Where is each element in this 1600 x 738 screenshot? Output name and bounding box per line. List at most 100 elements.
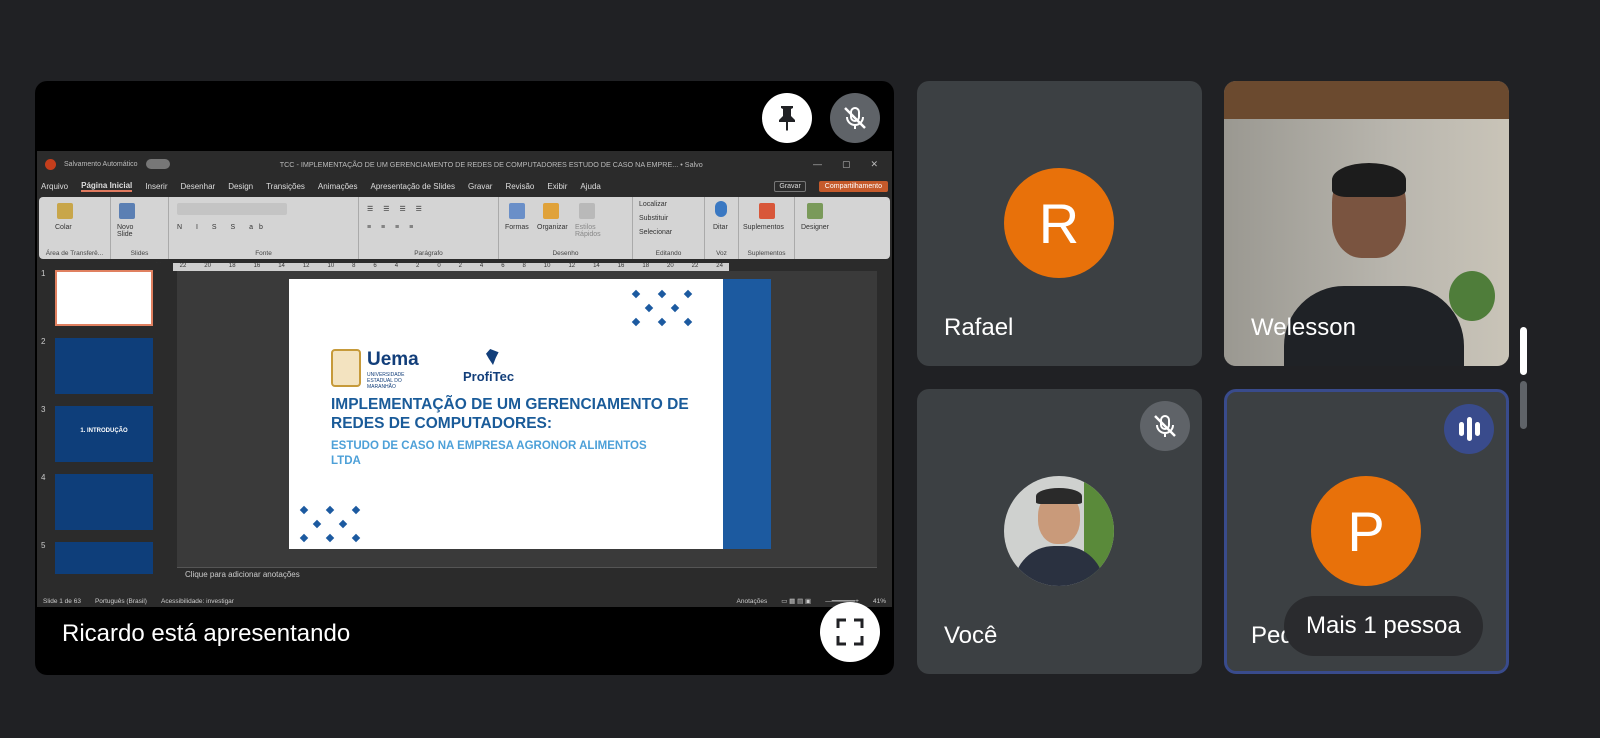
record-button[interactable]: Gravar	[774, 180, 806, 192]
thumbnail-row[interactable]: 5	[37, 541, 167, 599]
scrollbar-track[interactable]	[1520, 381, 1527, 429]
font-group-name: Fonte	[255, 250, 272, 257]
font-format-buttons[interactable]: N I S S ab	[177, 224, 269, 231]
avatar: R	[1004, 168, 1114, 278]
current-slide[interactable]: Uema UNIVERSIDADE ESTADUAL DO MARANHÃO P…	[289, 279, 771, 549]
dictate-label: Ditar	[713, 224, 728, 231]
window-controls[interactable]: — ▢ ✕	[813, 159, 878, 170]
mic-off-icon	[830, 93, 880, 143]
menu-apresentacao[interactable]: Apresentação de Slides	[371, 182, 456, 191]
participant-tile-welesson[interactable]: Welesson	[1224, 81, 1509, 366]
more-people-button[interactable]: Mais 1 pessoa	[1284, 596, 1483, 656]
participant-tile-voce[interactable]: Você	[917, 389, 1202, 674]
ribbon: Colar Área de Transferê... Novo Slide Sl…	[39, 197, 890, 259]
thumbnail-row[interactable]: 1	[37, 269, 167, 327]
menu-transicoes[interactable]: Transições	[266, 182, 305, 191]
ruler-tick: 2	[458, 263, 462, 269]
menu-gravar[interactable]: Gravar	[468, 182, 492, 191]
thumbnail-slide-5[interactable]	[55, 542, 153, 574]
accessibility-indicator[interactable]: Acessibilidade: investigar	[161, 598, 234, 605]
ribbon-group-voice: Ditar Voz	[705, 197, 739, 259]
slide-title: IMPLEMENTAÇÃO DE UM GERENCIAMENTO DE RED…	[331, 396, 689, 432]
participant-tile-pedro[interactable]: P Pedro Mais 1 pessoa	[1224, 389, 1509, 674]
editing-group-name: Editando	[655, 250, 682, 257]
slide-thumbnails: 1 2 3 1. INTRODUÇÃO 4 5	[37, 263, 173, 579]
thumbnail-number: 3	[41, 405, 46, 414]
scrollbar-thumb[interactable]	[1520, 327, 1527, 375]
menu-design[interactable]: Design	[228, 182, 253, 191]
thumbnail-row[interactable]: 4	[37, 473, 167, 531]
ruler-tick: 22	[179, 263, 187, 269]
document-title: TCC - IMPLEMENTAÇÃO DE UM GERENCIAMENTO …	[279, 159, 703, 169]
dictate-icon[interactable]	[715, 201, 727, 217]
thumbnail-label: 1. INTRODUÇÃO	[80, 428, 128, 434]
replace-button[interactable]: Substituir	[639, 215, 668, 222]
share-button[interactable]: Compartilhamento	[818, 180, 888, 192]
thumbnail-number: 4	[41, 473, 46, 482]
quick-styles-icon[interactable]	[579, 203, 595, 219]
fullscreen-icon[interactable]	[820, 602, 880, 662]
avatar: P	[1311, 476, 1421, 586]
menu-pagina-inicial[interactable]: Página Inicial	[81, 181, 133, 192]
thumbnail-slide-2[interactable]	[55, 338, 153, 394]
thumbnail-row[interactable]: 3 1. INTRODUÇÃO	[37, 405, 167, 463]
participant-name: Rafael	[944, 314, 1014, 341]
ribbon-group-editing: Localizar Substituir Selecionar Editando	[633, 197, 705, 259]
ruler-tick: 22	[691, 263, 699, 269]
ruler-tick: 12	[568, 263, 576, 269]
speaking-indicator-icon	[1444, 404, 1494, 454]
thumbnail-slide-4[interactable]	[55, 474, 153, 530]
font-name-select[interactable]	[177, 203, 287, 215]
thumbnail-number: 5	[41, 541, 46, 550]
profitec-logo-icon	[486, 349, 499, 365]
notes-toggle[interactable]: Anotações	[737, 598, 768, 605]
paste-icon[interactable]	[57, 203, 73, 219]
align-buttons[interactable]: ≡ ≡ ≡ ≡	[367, 224, 417, 231]
thumbnail-slide-1[interactable]	[55, 270, 153, 326]
designer-icon[interactable]	[807, 203, 823, 219]
voice-group-name: Voz	[716, 250, 727, 257]
thumbnail-row[interactable]: 2	[37, 337, 167, 395]
ribbon-group-paragraph: ☰ ☰ ☰ ☰ ≡ ≡ ≡ ≡ Parágrafo	[359, 197, 499, 259]
zoom-level[interactable]: 41%	[873, 598, 886, 605]
avatar-photo	[1004, 476, 1114, 586]
menu-desenhar[interactable]: Desenhar	[181, 182, 216, 191]
list-buttons[interactable]: ☰ ☰ ☰ ☰	[367, 205, 426, 213]
pin-icon[interactable]	[762, 93, 812, 143]
autosave-toggle[interactable]	[145, 159, 170, 169]
select-button[interactable]: Selecionar	[639, 229, 672, 236]
presentation-tile[interactable]: Salvamento Automático TCC - IMPLEMENTAÇÃ…	[35, 81, 894, 675]
arrange-icon[interactable]	[543, 203, 559, 219]
new-slide-icon[interactable]	[119, 203, 135, 219]
participant-tile-rafael[interactable]: R Rafael	[917, 81, 1202, 366]
ruler-tick: 20	[667, 263, 674, 269]
thumbnail-slide-3[interactable]: 1. INTRODUÇÃO	[55, 406, 153, 462]
find-button[interactable]: Localizar	[639, 201, 667, 208]
ruler-tick: 18	[642, 263, 650, 269]
menu-ajuda[interactable]: Ajuda	[580, 182, 600, 191]
ruler-tick: 14	[593, 263, 600, 269]
menu-exibir[interactable]: Exibir	[547, 182, 567, 191]
uema-logo-text: Uema	[367, 349, 419, 370]
drawing-group-name: Desenho	[552, 250, 579, 257]
notes-pane[interactable]: Clique para adicionar anotações	[177, 567, 877, 581]
menu-inserir[interactable]: Inserir	[145, 182, 167, 191]
clipboard-group-name: Área de Transferê...	[45, 250, 104, 257]
ribbon-group-slides: Novo Slide Slides	[111, 197, 169, 259]
ruler-tick: 24	[716, 263, 723, 269]
shared-screen-powerpoint: Salvamento Automático TCC - IMPLEMENTAÇÃ…	[37, 151, 892, 607]
menu-revisao[interactable]: Revisão	[505, 182, 534, 191]
addins-icon[interactable]	[759, 203, 775, 219]
ppt-status-bar: Slide 1 de 63 Português (Brasil) Acessib…	[37, 595, 892, 607]
ruler-tick: 4	[479, 263, 484, 269]
view-buttons[interactable]: ▭ ▦ ▤ ▣	[781, 597, 811, 605]
thumbnail-number: 2	[41, 337, 46, 346]
paste-label: Colar	[55, 224, 72, 231]
language-indicator[interactable]: Português (Brasil)	[95, 598, 147, 605]
menu-arquivo[interactable]: Arquivo	[41, 182, 68, 191]
slide-canvas: Uema UNIVERSIDADE ESTADUAL DO MARANHÃO P…	[177, 271, 877, 567]
powerpoint-logo-icon	[45, 158, 56, 170]
shapes-icon[interactable]	[509, 203, 525, 219]
addins-label: Suplementos	[743, 224, 784, 231]
menu-animacoes[interactable]: Animações	[318, 182, 358, 191]
